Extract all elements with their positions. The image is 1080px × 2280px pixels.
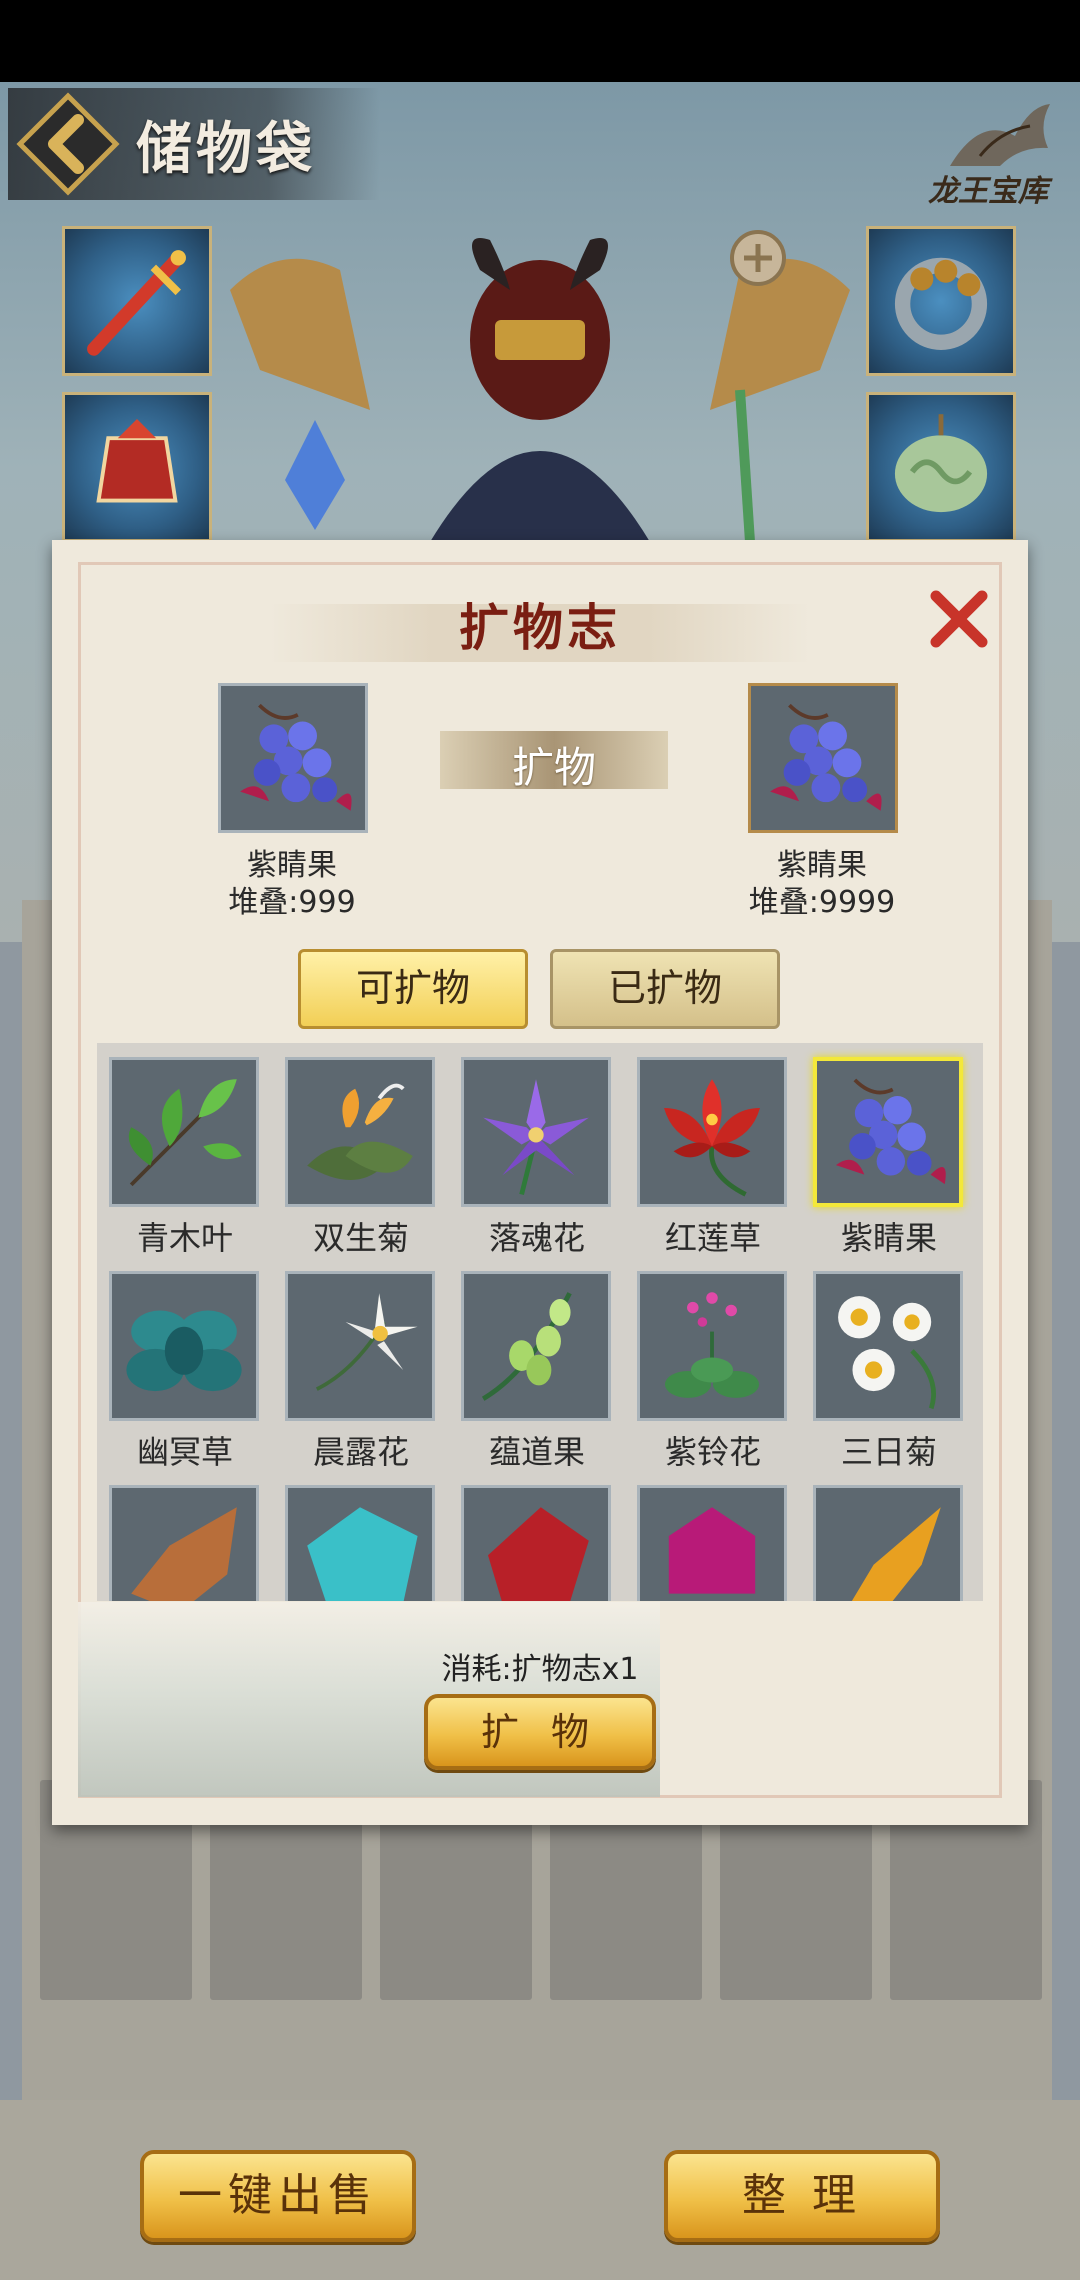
grid-item[interactable]: 三日菊 (801, 1257, 977, 1471)
cost-text: 消耗:扩物志x1 (441, 1652, 639, 1687)
grid-item-name: 三日菊 (840, 1433, 937, 1471)
dragon-logo-icon (950, 104, 1050, 166)
grid-item-slot[interactable] (461, 1057, 611, 1207)
green-leaf-icon (128, 1079, 242, 1187)
jade-pendant-icon (894, 414, 988, 513)
grid-item-slot[interactable] (637, 1057, 787, 1207)
purple-berries-icon (770, 703, 882, 811)
grid-item-selected[interactable]: 紫睛果 (801, 1043, 977, 1257)
tab-expandable[interactable]: 可扩物 (298, 949, 528, 1029)
red-sword-icon (87, 250, 186, 356)
bag-cell[interactable] (550, 1920, 702, 2000)
back-arrow-icon (16, 92, 120, 196)
equip-slot-jade[interactable] (866, 392, 1016, 542)
target-item-stack: 堆叠:9999 (748, 885, 896, 920)
grid-item-slot[interactable] (461, 1485, 611, 1601)
bag-cell[interactable] (380, 1920, 532, 2000)
daisy-icon (838, 1296, 936, 1410)
grid-item-name: 紫铃花 (664, 1433, 761, 1471)
equip-slot-weapon[interactable] (62, 226, 212, 376)
cyan-crystal-icon (307, 1507, 418, 1601)
blue-crystal-shape (285, 420, 345, 530)
character-avatar (220, 230, 860, 542)
close-icon (930, 590, 988, 648)
target-item-slot[interactable] (748, 683, 898, 833)
amber-shard-icon (851, 1507, 941, 1601)
right-wing-shape (710, 258, 850, 410)
grid-item-slot[interactable] (109, 1485, 259, 1601)
sell-all-button[interactable]: 一键出售 (140, 2150, 416, 2242)
status-bar (0, 0, 1080, 82)
grid-item-slot[interactable] (109, 1271, 259, 1421)
grid-item[interactable]: 紫铃花 (625, 1257, 801, 1471)
red-crystal-icon (488, 1507, 589, 1601)
teal-flower-icon (126, 1310, 242, 1392)
grid-item[interactable]: 红莲草 (625, 1043, 801, 1257)
bag-cell[interactable] (890, 1920, 1042, 2000)
red-armor-icon (96, 419, 178, 503)
dialog-title: 扩物志 (459, 598, 621, 657)
grid-item[interactable]: 幽冥草 (97, 1257, 273, 1471)
grid-item-slot[interactable] (637, 1485, 787, 1601)
grid-item[interactable]: 双生菊 (273, 1043, 449, 1257)
grid-item[interactable] (273, 1471, 449, 1601)
grid-item-slot[interactable] (285, 1271, 435, 1421)
grid-item[interactable]: 青木叶 (97, 1043, 273, 1257)
purple-berries-icon (240, 703, 352, 811)
grid-item[interactable] (97, 1471, 273, 1601)
grid-item-name: 紫睛果 (840, 1219, 937, 1257)
grid-item-name: 红莲草 (664, 1219, 761, 1257)
grid-item[interactable]: 晨露花 (273, 1257, 449, 1471)
green-fruit-icon (481, 1292, 572, 1401)
grid-item[interactable]: 蕴道果 (449, 1257, 625, 1471)
expandable-items-grid: 青木叶 双生菊 落魂花 红莲草 紫睛果 幽冥草 晨露花 蕴道果 紫铃花 三日菊 (97, 1043, 983, 1601)
grid-item-slot[interactable] (285, 1485, 435, 1601)
back-button[interactable] (16, 92, 120, 196)
red-lotus-icon (664, 1079, 760, 1197)
grid-item-slot[interactable] (285, 1057, 435, 1207)
bag-cell[interactable] (40, 1920, 192, 2000)
grid-item[interactable] (801, 1471, 977, 1601)
page-title: 储物袋 (136, 116, 316, 182)
shop-logo-label: 龙王宝库 (928, 174, 1048, 209)
grid-item-name: 落魂花 (488, 1219, 585, 1257)
grid-item-slot[interactable] (813, 1485, 963, 1601)
orange-lily-icon (307, 1083, 413, 1180)
purple-berries-icon (835, 1078, 946, 1185)
grid-item-name: 双生菊 (312, 1219, 409, 1257)
close-button[interactable] (924, 584, 994, 654)
bag-cell[interactable] (720, 1920, 872, 2000)
magenta-gem-icon (668, 1507, 756, 1594)
grid-item-slot[interactable] (813, 1057, 963, 1207)
sort-button[interactable]: 整 理 (664, 2150, 940, 2242)
grid-item-slot[interactable] (461, 1271, 611, 1421)
grid-item-slot[interactable] (637, 1271, 787, 1421)
pink-bell-flower-icon (664, 1292, 760, 1398)
source-item-slot[interactable] (218, 683, 368, 833)
grid-item[interactable] (625, 1471, 801, 1601)
grid-item[interactable] (449, 1471, 625, 1601)
grid-item-name: 晨露花 (312, 1433, 409, 1471)
tab-expanded[interactable]: 已扩物 (550, 949, 780, 1029)
left-wing-shape (230, 258, 370, 410)
expand-arrow-label: 扩物 (511, 743, 596, 792)
dragon-king-shop-logo[interactable]: 龙王宝库 (920, 96, 1070, 216)
bag-cell[interactable] (210, 1920, 362, 2000)
expand-confirm-button[interactable]: 扩 物 (424, 1694, 656, 1770)
grid-item[interactable]: 落魂花 (449, 1043, 625, 1257)
white-lily-icon (315, 1293, 418, 1391)
purple-flower-icon (483, 1079, 589, 1195)
grid-item-name: 青木叶 (136, 1219, 233, 1257)
ring-icon (894, 257, 988, 350)
equip-slot-armor[interactable] (62, 392, 212, 542)
grid-item-slot[interactable] (813, 1271, 963, 1421)
equip-slot-ring[interactable] (866, 226, 1016, 376)
grid-item-slot[interactable] (109, 1057, 259, 1207)
brown-ore-icon (131, 1507, 237, 1601)
source-item-stack: 堆叠:999 (228, 885, 356, 920)
grid-item-name: 幽冥草 (136, 1433, 233, 1471)
grid-item-name: 蕴道果 (488, 1433, 585, 1471)
